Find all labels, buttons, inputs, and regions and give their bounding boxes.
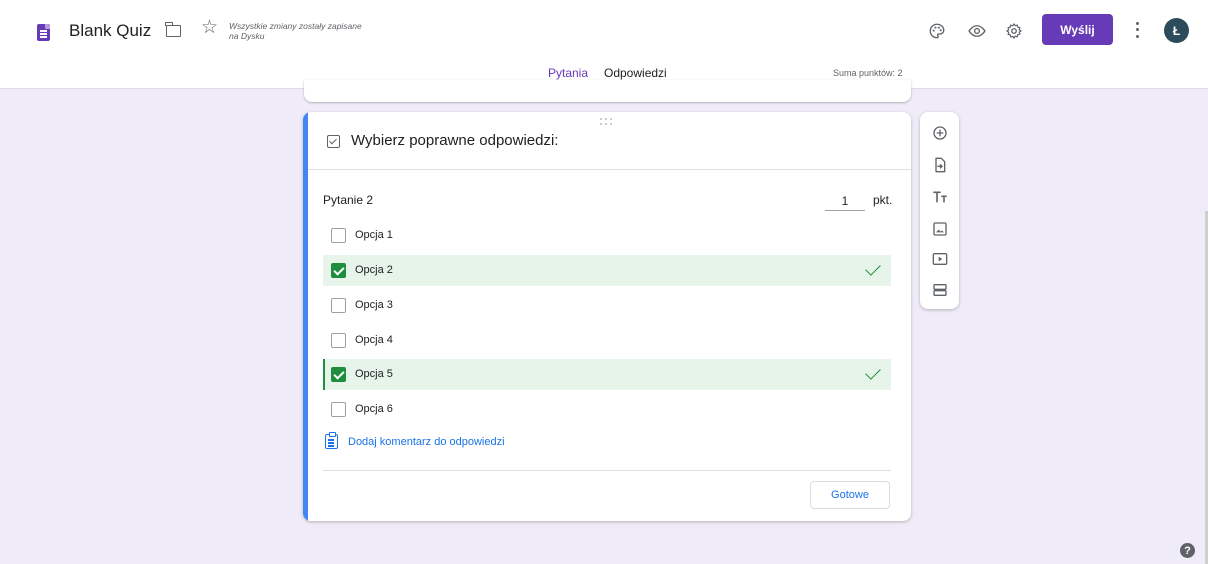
done-button[interactable]: Gotowe xyxy=(810,481,890,509)
add-title-icon[interactable] xyxy=(929,186,950,207)
card-heading: Wybierz poprawne odpowiedzi: xyxy=(351,132,559,149)
feedback-clipboard-icon[interactable] xyxy=(325,432,338,449)
option-checkbox[interactable] xyxy=(331,402,346,417)
add-section-icon[interactable] xyxy=(929,279,950,300)
form-title[interactable]: Blank Quiz xyxy=(69,21,151,41)
option-row[interactable]: Opcja 1 xyxy=(323,220,891,251)
option-checkbox[interactable] xyxy=(331,228,346,243)
add-video-icon[interactable] xyxy=(929,248,950,269)
option-label: Opcja 1 xyxy=(355,229,393,241)
option-label: Opcja 2 xyxy=(355,264,393,276)
help-icon[interactable]: ? xyxy=(1180,543,1195,558)
option-row[interactable]: Opcja 5 xyxy=(323,359,891,390)
import-questions-icon[interactable] xyxy=(929,154,950,175)
eye-icon[interactable] xyxy=(966,20,988,42)
answer-key-icon xyxy=(327,135,340,148)
option-label: Opcja 6 xyxy=(355,403,393,415)
send-button[interactable]: Wyślij xyxy=(1042,14,1113,45)
saved-status: Wszystkie zmiany zostały zapisane na Dys… xyxy=(229,21,362,41)
card-focus-accent xyxy=(303,112,308,521)
option-label: Opcja 3 xyxy=(355,299,393,311)
add-question-icon[interactable] xyxy=(929,122,950,143)
avatar[interactable]: Ł xyxy=(1164,18,1189,43)
points-total: Suma punktów: 2 xyxy=(833,68,903,78)
divider xyxy=(323,470,891,471)
option-label: Opcja 4 xyxy=(355,334,393,346)
correct-check-icon xyxy=(865,260,881,276)
add-image-icon[interactable] xyxy=(929,218,950,239)
option-checkbox[interactable] xyxy=(331,298,346,313)
option-checkbox[interactable] xyxy=(331,333,346,348)
top-header: Blank Quiz ☆ Wszystkie zmiany zostały za… xyxy=(0,0,1208,89)
forms-doc-icon[interactable] xyxy=(37,24,50,41)
more-vert-icon[interactable] xyxy=(1134,20,1140,40)
palette-icon[interactable] xyxy=(926,20,948,42)
option-row[interactable]: Opcja 6 xyxy=(323,394,891,425)
option-row[interactable]: Opcja 4 xyxy=(323,325,891,356)
correct-check-icon xyxy=(865,364,881,380)
divider xyxy=(308,169,911,170)
points-label: pkt. xyxy=(873,193,893,207)
question-card[interactable]: Wybierz poprawne odpowiedzi: Pytanie 2 1… xyxy=(303,112,911,521)
option-label: Opcja 5 xyxy=(355,368,393,380)
option-checkbox[interactable] xyxy=(331,367,346,382)
question-title: Pytanie 2 xyxy=(323,193,374,207)
tab-answers[interactable]: Odpowiedzi xyxy=(604,66,667,80)
gear-icon[interactable] xyxy=(1003,20,1025,42)
option-row[interactable]: Opcja 3 xyxy=(323,290,891,321)
star-icon[interactable]: ☆ xyxy=(201,18,218,37)
option-row[interactable]: Opcja 2 xyxy=(323,255,891,286)
folder-icon[interactable] xyxy=(165,22,181,37)
option-checkbox[interactable] xyxy=(331,263,346,278)
points-input[interactable]: 1 xyxy=(825,191,865,211)
floating-toolbar xyxy=(920,112,959,309)
previous-card[interactable] xyxy=(304,80,911,102)
tab-questions[interactable]: Pytania xyxy=(548,66,588,80)
drag-handle-icon[interactable] xyxy=(600,118,614,126)
add-feedback-link[interactable]: Dodaj komentarz do odpowiedzi xyxy=(348,436,505,448)
